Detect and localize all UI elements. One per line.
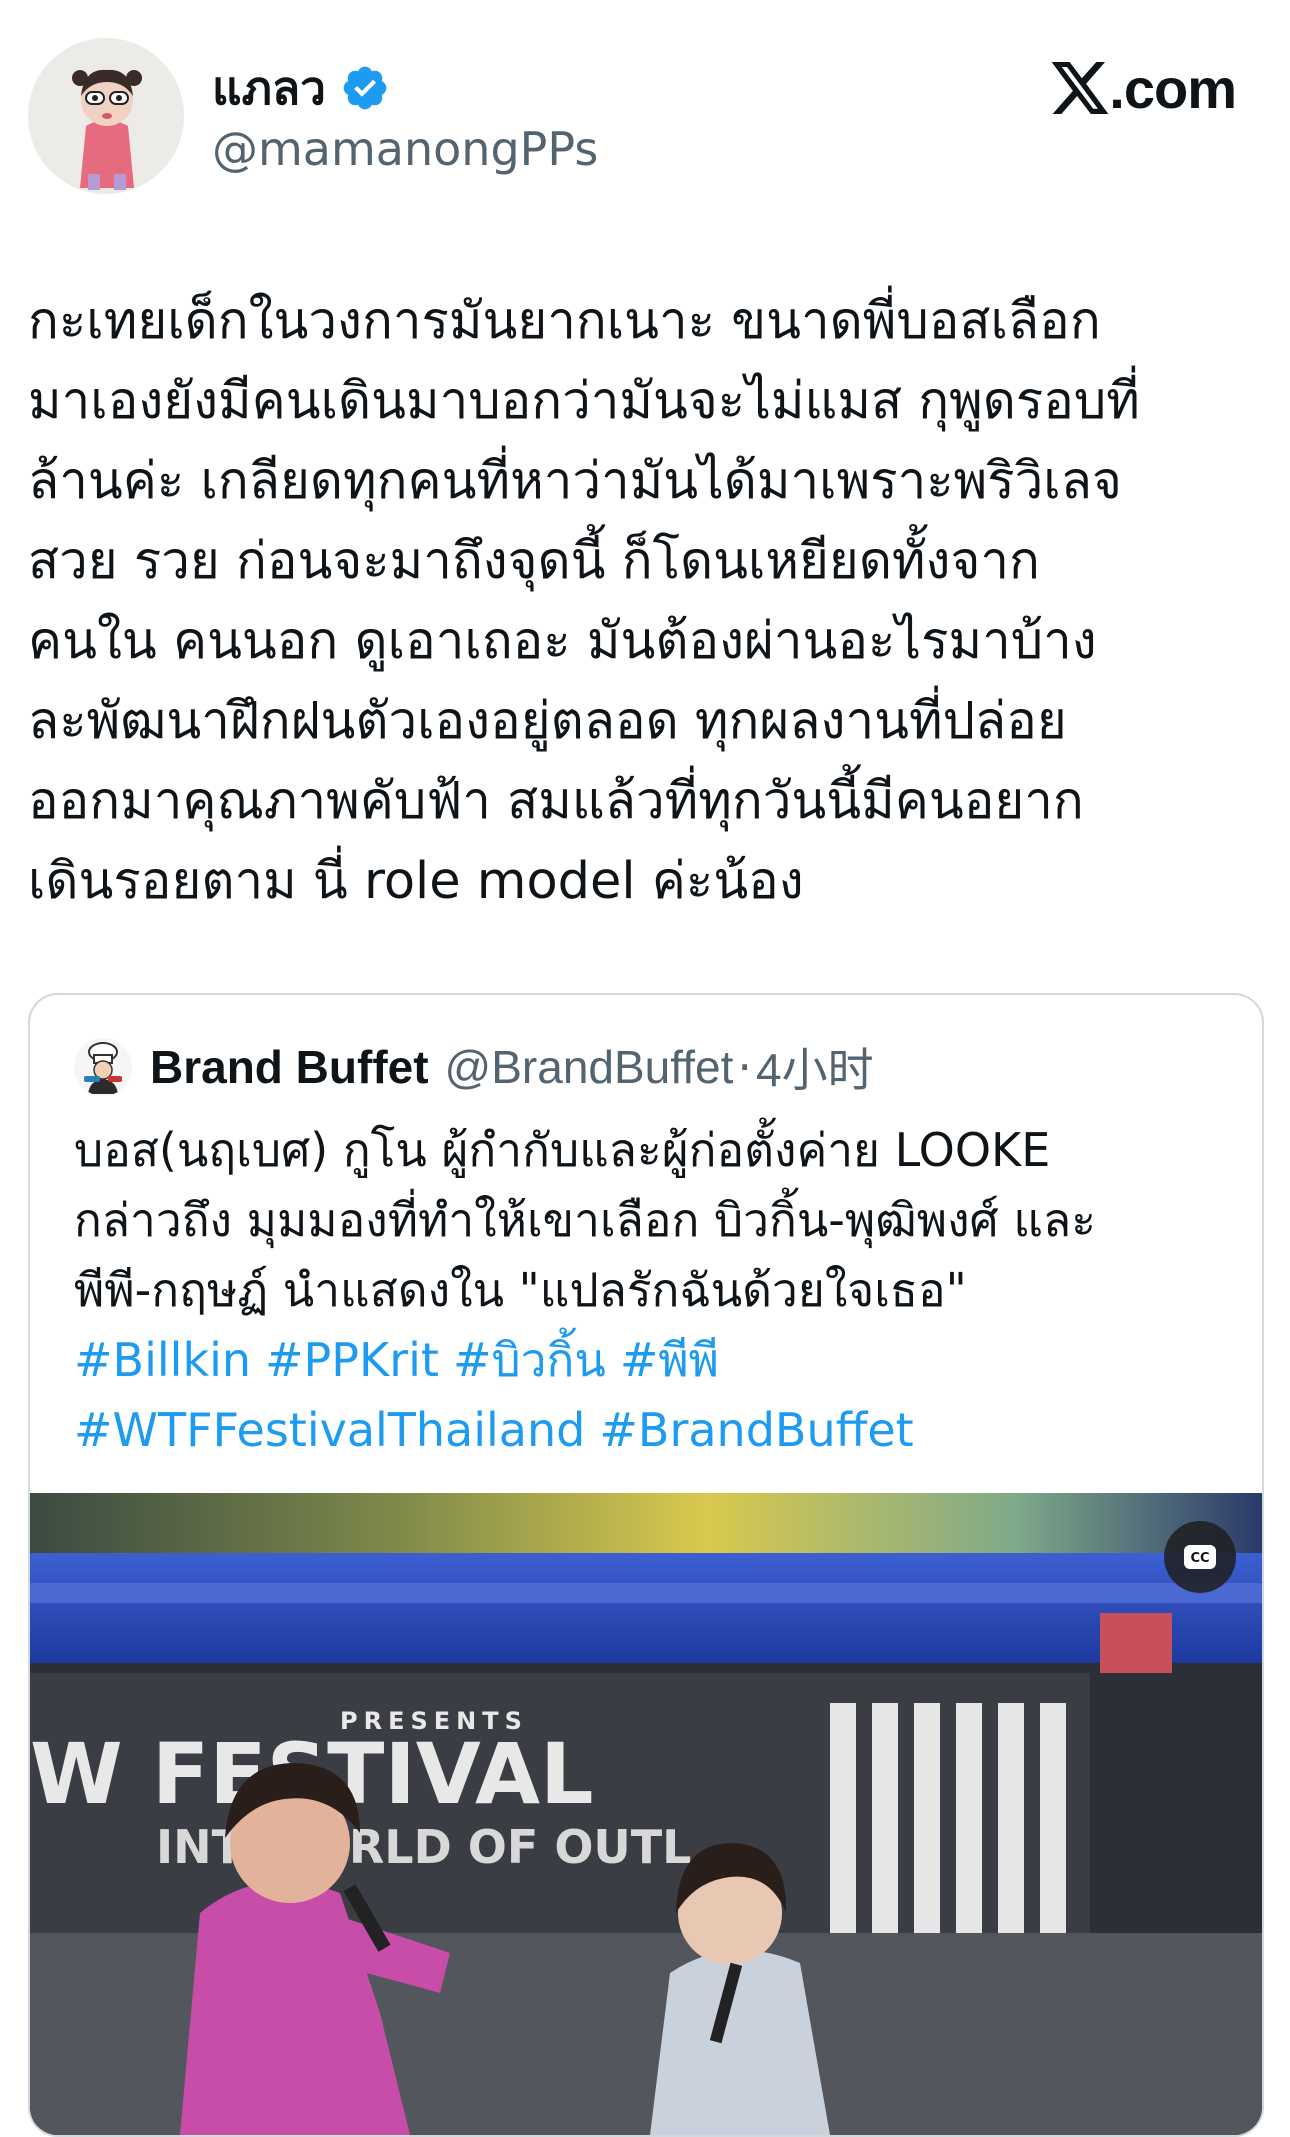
avatar-illustration — [28, 38, 184, 194]
quoted-line: กล่าวถึง มุมมองที่ทำให้เขาเลือก บิวกิ้น-… — [74, 1193, 1096, 1247]
chef-logo-icon — [74, 1038, 132, 1096]
x-com-label: .com — [1109, 56, 1237, 120]
x-com-watermark: .com — [1051, 52, 1237, 124]
quoted-timestamp[interactable]: 4小时 — [756, 1034, 874, 1100]
author-display-name[interactable]: แภลว — [212, 52, 326, 125]
tweet-line: ละพัฒนาฝึกฝนตัวเองอยู่ตลอด ทุกผลงานที่ปล… — [28, 692, 1067, 751]
cc-label: CC — [1190, 1551, 1209, 1566]
video-media[interactable]: PRESENTS W FESTIVAL INT WORLD OF OUTL CC — [30, 1493, 1262, 2135]
quoted-tweet-header: Brand Buffet @BrandBuffet · 4小时 — [74, 1035, 874, 1099]
hashtags: #Billkin #PPKrit #บิวกิ้น #พีพี #WTFFestiva… — [74, 1325, 1234, 1465]
tweet-line: ล้านค่ะ เกลียดทุกคนที่หาว่ามันได้มาเพราะ… — [28, 452, 1122, 511]
author-avatar[interactable] — [28, 38, 184, 194]
hashtag-link[interactable]: #PPKrit — [265, 1333, 439, 1387]
hashtag-line: #WTFFestivalThailand #BrandBuffet — [74, 1395, 1234, 1465]
tweet-line: สวย รวย ก่อนจะมาถึงจุดนี้ ก็โดนเหยียดทั้… — [28, 532, 1040, 591]
quoted-line: บอส(นฤเบศ) กูโน ผู้กำกับและผู้ก่อตั้งค่า… — [74, 1123, 1051, 1177]
tweet-line: กะเทยเด็กในวงการมันยากเนาะ ขนาดพี่บอสเลื… — [28, 292, 1101, 351]
x-logo-icon — [1051, 62, 1109, 114]
quoted-author-avatar[interactable] — [74, 1038, 132, 1096]
quoted-tweet-card[interactable]: Brand Buffet @BrandBuffet · 4小时 บอส(นฤเบ… — [28, 993, 1264, 2137]
quoted-author-name[interactable]: Brand Buffet — [150, 1040, 429, 1094]
verified-badge-icon — [340, 63, 390, 113]
event-stage-photo: PRESENTS W FESTIVAL INT WORLD OF OUTL — [30, 1493, 1262, 2135]
hashtag-line: #Billkin #PPKrit #บิวกิ้น #พีพี — [74, 1325, 1234, 1395]
hashtag-link[interactable]: #บิวกิ้น — [453, 1333, 606, 1387]
tweet-line: มาเองยังมีคนเดินมาบอกว่ามันจะไม่แมส กุพู… — [28, 372, 1140, 431]
hashtag-link[interactable]: #พีพี — [620, 1333, 719, 1387]
author-name-row: แภลว — [212, 52, 390, 124]
closed-captions-button[interactable]: CC — [1164, 1521, 1236, 1593]
hashtag-link[interactable]: #Billkin — [74, 1333, 251, 1387]
quoted-author-handle[interactable]: @BrandBuffet — [445, 1040, 734, 1094]
tweet-line: คนใน คนนอก ดูเอาเถอะ มันต้องผ่านอะไรมาบ้… — [28, 612, 1097, 671]
tweet-text: กะเทยเด็กในวงการมันยากเนาะ ขนาดพี่บอสเลื… — [28, 282, 1268, 922]
tweet-line: เดินรอยตาม นี่ role model ค่ะน้อง — [28, 852, 804, 911]
separator-dot: · — [737, 1040, 752, 1094]
quoted-line: พีพี-กฤษฏ์ นำแสดงใน "แปลรักฉันด้วยใจเธอ" — [74, 1263, 967, 1317]
cc-icon: CC — [1184, 1545, 1216, 1569]
hashtag-link[interactable]: #BrandBuffet — [599, 1403, 913, 1457]
author-handle[interactable]: @mamanongPPs — [212, 122, 598, 176]
hashtag-link[interactable]: #WTFFestivalThailand — [74, 1403, 585, 1457]
tweet-line: ออกมาคุณภาพคับฟ้า สมแล้วที่ทุกวันนี้มีคน… — [28, 772, 1084, 831]
quoted-tweet-text: บอส(นฤเบศ) กูโน ผู้กำกับและผู้ก่อตั้งค่า… — [74, 1115, 1234, 1325]
